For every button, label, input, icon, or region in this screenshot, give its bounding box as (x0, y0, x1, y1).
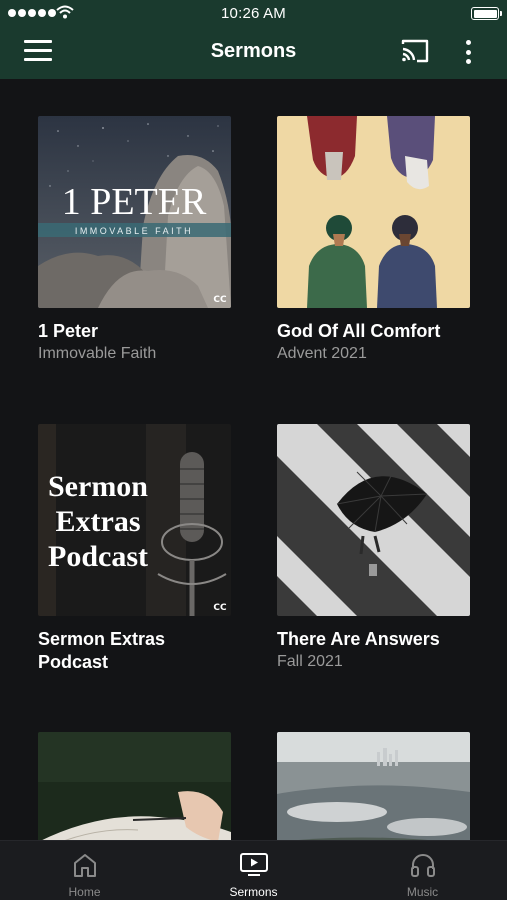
card-title: 1 Peter (38, 321, 99, 341)
artwork-line: Extras (56, 505, 141, 538)
artwork-line: Sermon (48, 470, 148, 503)
more-dot-icon (465, 59, 471, 64)
home-icon (73, 854, 96, 877)
card-title: God Of All Comfort (277, 321, 441, 341)
more-dot-icon (465, 40, 471, 45)
church-logo: CC (213, 603, 227, 613)
status-time: 10:26 AM (221, 5, 286, 22)
tab-label: Home (68, 885, 101, 899)
more-dot-icon (465, 49, 471, 55)
bottom-tab-bar: Home Sermons Music (0, 840, 507, 900)
artwork-line: Podcast (48, 540, 148, 573)
tab-label: Sermons (229, 885, 278, 899)
cast-icon[interactable] (400, 38, 430, 64)
sermon-grid: 1 PETER IMMOVABLE FAITH CC 1 Peter Immov… (0, 79, 507, 849)
card-title: Sermon Extras Podcast (38, 629, 166, 672)
more-options-button[interactable] (458, 38, 478, 66)
tab-music[interactable]: Music (338, 841, 507, 900)
series-artwork (38, 732, 231, 849)
series-artwork (277, 116, 470, 308)
battery-icon (471, 7, 502, 20)
card-subtitle: Immovable Faith (38, 345, 157, 362)
artwork-title: 1 PETER (62, 181, 207, 223)
sermon-card-5[interactable] (38, 732, 231, 849)
series-artwork (277, 424, 470, 616)
page-title: Sermons (210, 40, 297, 62)
menu-button[interactable] (24, 40, 54, 64)
sermon-card-there-are-answers[interactable]: There Are Answers Fall 2021 (277, 424, 470, 673)
nav-bar: Sermons (0, 26, 507, 79)
church-logo: CC (213, 295, 227, 305)
tab-label: Music (406, 885, 439, 899)
sermon-card-6[interactable] (277, 732, 470, 849)
tv-play-icon (239, 853, 268, 876)
sermon-card-god-of-all-comfort[interactable]: God Of All Comfort Advent 2021 (277, 116, 470, 365)
headphones-icon (410, 854, 435, 877)
tab-home[interactable]: Home (0, 841, 169, 900)
sermon-card-sermon-extras-podcast[interactable]: Sermon Extras Podcast CC Sermon Extras P… (38, 424, 231, 674)
sermon-card-1-peter[interactable]: 1 PETER IMMOVABLE FAITH CC 1 Peter Immov… (38, 116, 231, 365)
card-title: There Are Answers (277, 629, 440, 649)
app-header: 10:26 AM Sermons (0, 0, 507, 79)
status-bar: 10:26 AM (0, 0, 507, 26)
series-artwork (277, 732, 470, 849)
series-artwork: Sermon Extras Podcast CC (38, 424, 231, 616)
artwork-tagline: IMMOVABLE FAITH (75, 226, 193, 236)
card-subtitle: Advent 2021 (277, 345, 367, 362)
tab-sermons[interactable]: Sermons (169, 841, 338, 900)
series-artwork: 1 PETER IMMOVABLE FAITH CC (38, 116, 231, 308)
card-subtitle: Fall 2021 (277, 653, 343, 670)
